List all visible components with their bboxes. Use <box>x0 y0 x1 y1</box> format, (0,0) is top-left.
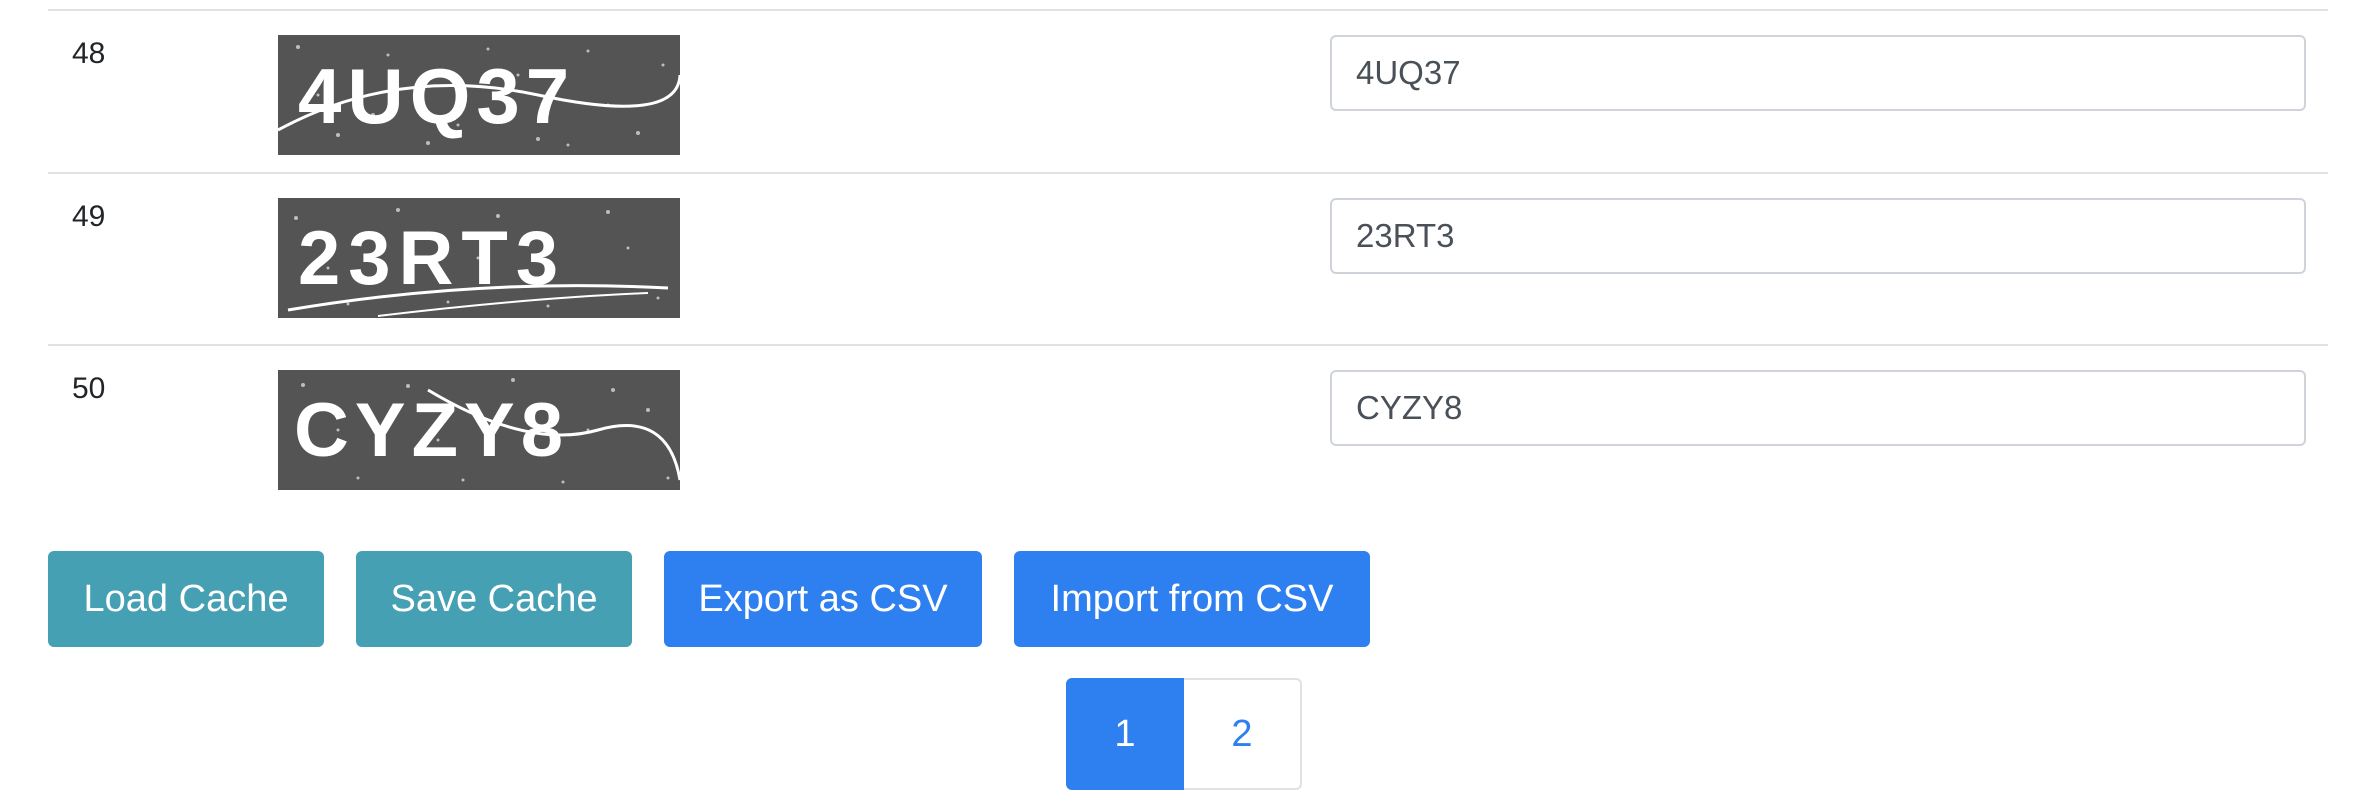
answer-input[interactable] <box>1330 198 2306 274</box>
save-cache-button[interactable]: Save Cache <box>356 551 632 647</box>
load-cache-button[interactable]: Load Cache <box>48 551 324 647</box>
answer-input[interactable] <box>1330 35 2306 111</box>
captcha-text: 23RT3 <box>298 216 566 301</box>
captcha-image: CYZY8 <box>278 370 680 490</box>
export-csv-button[interactable]: Export as CSV <box>664 551 982 647</box>
captcha-text: 4UQ37 <box>298 52 575 140</box>
row-index: 48 <box>72 37 106 70</box>
import-csv-button[interactable]: Import from CSV <box>1014 551 1370 647</box>
table-row: 48 4UQ37 <box>48 9 2328 181</box>
captcha-image: 23RT3 <box>278 198 680 318</box>
page-2-link[interactable]: 2 <box>1184 678 1302 790</box>
pagination: 1 2 <box>1066 678 1302 790</box>
page-1-link[interactable]: 1 <box>1066 678 1184 790</box>
captcha-table: 48 4UQ37 49 <box>48 0 2328 516</box>
row-index: 49 <box>72 200 106 233</box>
captcha-image: 4UQ37 <box>278 35 680 155</box>
answer-input[interactable] <box>1330 370 2306 446</box>
table-row: 49 23RT3 <box>48 172 2328 344</box>
table-row: 50 CYZY8 <box>48 344 2328 516</box>
row-index: 50 <box>72 372 106 405</box>
